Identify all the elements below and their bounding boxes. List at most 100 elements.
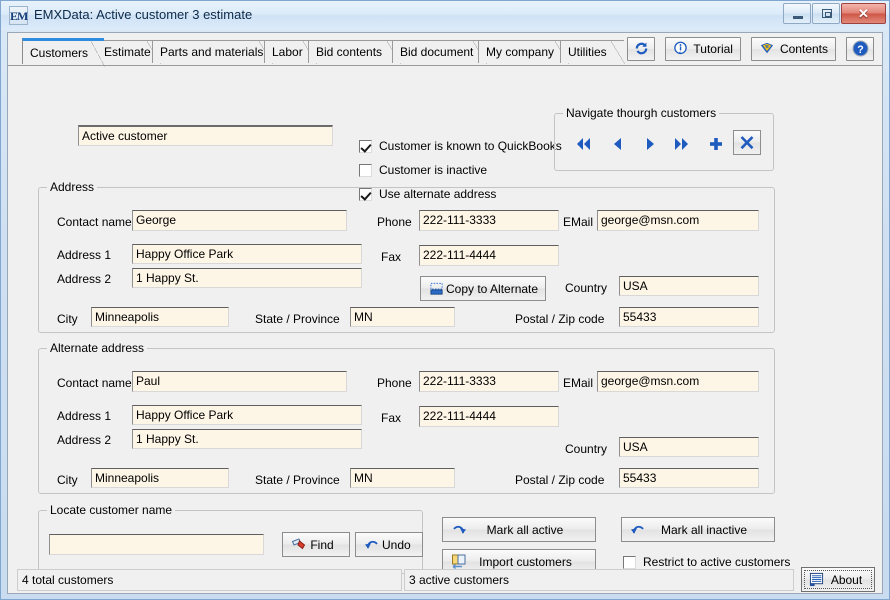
alternate-country-label: Country xyxy=(565,442,608,456)
address-phone-field[interactable]: 222-111-3333 xyxy=(419,210,559,231)
alternate-fax-field[interactable]: 222-111-4444 xyxy=(419,406,559,427)
tab-customers[interactable]: Customers xyxy=(22,38,105,67)
import-documents-icon xyxy=(451,554,468,569)
refresh-icon xyxy=(634,41,649,56)
alternate-phone-label: Phone xyxy=(377,376,412,390)
tutorial-label: Tutorial xyxy=(693,41,733,56)
address-state-field[interactable]: MN xyxy=(350,307,455,327)
undo-button[interactable]: Undo xyxy=(355,532,423,557)
cross-icon xyxy=(740,135,754,149)
nav-first-button[interactable] xyxy=(571,132,597,156)
tab-label: Utilities xyxy=(568,45,607,59)
copy-to-alternate-button[interactable]: Copy to Alternate xyxy=(420,276,546,301)
tab-bid-contents[interactable]: Bid contents xyxy=(308,40,401,64)
customer-name-field[interactable]: Active customer xyxy=(78,125,333,146)
tab-label: Parts and materials xyxy=(160,45,264,59)
alternate-city-label: City xyxy=(57,473,78,487)
nav-delete-button[interactable] xyxy=(733,130,761,155)
mark-all-inactive-label: Mark all inactive xyxy=(660,522,748,537)
address-address1-field[interactable]: Happy Office Park xyxy=(132,244,362,264)
title-bar: EM EMXData: Active customer 3 estimate ✕ xyxy=(1,1,889,30)
alternate-address2-field[interactable]: 1 Happy St. xyxy=(132,429,362,449)
tab-label: Estimate xyxy=(104,45,151,59)
copy-to-alternate-label: Copy to Alternate xyxy=(446,281,539,296)
close-button[interactable]: ✕ xyxy=(841,3,886,24)
find-button[interactable]: Find xyxy=(282,532,350,557)
alternate-address-group: Alternate address Contact name Paul Addr… xyxy=(38,341,775,494)
alternate-city-field[interactable]: Minneapolis xyxy=(91,468,229,488)
address-phone-label: Phone xyxy=(377,215,412,229)
minimize-button[interactable] xyxy=(783,3,811,24)
tab-label: Customers xyxy=(30,46,89,60)
address-address2-field[interactable]: 1 Happy St. xyxy=(132,268,362,288)
address-postal-field[interactable]: 55433 xyxy=(619,307,759,327)
alternate-postal-label: Postal / Zip code xyxy=(515,473,605,487)
locate-caption: Locate customer name xyxy=(47,503,176,517)
client-area: Customers Estimate Parts and materials L… xyxy=(7,32,883,594)
alternate-state-field[interactable]: MN xyxy=(350,468,455,488)
locate-input[interactable] xyxy=(49,534,264,555)
address-address2-label: Address 2 xyxy=(57,272,112,286)
undo-label: Undo xyxy=(382,537,411,552)
tab-bid-document[interactable]: Bid document xyxy=(392,40,487,64)
address-email-field[interactable]: george@msn.com xyxy=(597,210,759,231)
address-fax-field[interactable]: 222-111-4444 xyxy=(419,245,559,266)
checkbox-label: Customer is inactive xyxy=(379,163,488,177)
close-icon: ✕ xyxy=(858,6,869,21)
address-contact-field[interactable]: George xyxy=(132,210,347,231)
alternate-address1-label: Address 1 xyxy=(57,409,112,423)
alternate-country-field[interactable]: USA xyxy=(619,437,759,457)
nav-last-button[interactable] xyxy=(668,132,694,156)
alternate-postal-field[interactable]: 55433 xyxy=(619,468,759,488)
alternate-caption: Alternate address xyxy=(47,341,148,355)
question-mark-icon: ? xyxy=(852,40,869,57)
locate-group: Locate customer name Find Undo xyxy=(38,503,423,574)
right-arrow-icon xyxy=(647,138,654,150)
redo-arrow-icon xyxy=(451,523,467,536)
tutorial-button[interactable]: Tutorial xyxy=(665,36,741,61)
nav-next-button[interactable] xyxy=(637,132,663,156)
mark-all-active-label: Mark all active xyxy=(486,522,564,537)
checkbox-label: Restrict to active customers xyxy=(643,555,791,569)
copy-icon xyxy=(429,282,444,296)
address-state-label: State / Province xyxy=(255,312,340,326)
alternate-email-label: EMail xyxy=(563,376,594,390)
import-customers-label: Import customers xyxy=(479,554,572,569)
checkbox-label: Customer is known to QuickBooks xyxy=(379,139,562,153)
about-button[interactable]: About xyxy=(801,567,875,592)
address-email-label: EMail xyxy=(563,215,594,229)
help-toolbar: Tutorial Contents ? xyxy=(617,36,874,61)
double-right-arrow-icon xyxy=(675,138,688,150)
double-left-arrow-icon xyxy=(577,138,590,150)
refresh-button[interactable] xyxy=(627,36,656,61)
status-bar: 4 total customers 3 active customers Abo… xyxy=(7,567,883,593)
alternate-address1-field[interactable]: Happy Office Park xyxy=(132,405,362,425)
svg-text:?: ? xyxy=(857,44,863,56)
alternate-email-field[interactable]: george@msn.com xyxy=(597,371,759,392)
alternate-phone-field[interactable]: 222-111-3333 xyxy=(419,371,559,392)
app-icon: EM xyxy=(9,6,28,25)
contents-button[interactable]: Contents xyxy=(750,36,836,61)
address-contact-label: Contact name xyxy=(57,215,132,229)
address-country-field[interactable]: USA xyxy=(619,276,759,296)
about-label: About xyxy=(830,572,863,587)
navigate-caption: Navigate thourgh customers xyxy=(563,106,720,120)
window-controls: ✕ xyxy=(782,3,886,25)
tab-parts-and-materials[interactable]: Parts and materials xyxy=(152,40,273,64)
book-icon xyxy=(759,41,775,56)
address-city-field[interactable]: Minneapolis xyxy=(91,307,229,327)
mark-all-inactive-button[interactable]: Mark all inactive xyxy=(621,517,775,542)
maximize-button[interactable] xyxy=(812,3,840,24)
alternate-contact-field[interactable]: Paul xyxy=(132,371,347,392)
left-arrow-icon xyxy=(614,138,621,150)
address-postal-label: Postal / Zip code xyxy=(515,312,605,326)
mark-all-active-button[interactable]: Mark all active xyxy=(442,517,596,542)
help-button[interactable]: ? xyxy=(846,36,874,61)
alternate-address2-label: Address 2 xyxy=(57,433,112,447)
status-active-customers: 3 active customers xyxy=(404,569,794,591)
tab-my-company[interactable]: My company xyxy=(478,40,569,64)
nav-add-button[interactable] xyxy=(703,132,729,156)
tab-estimate[interactable]: Estimate xyxy=(96,40,161,64)
nav-previous-button[interactable] xyxy=(605,132,631,156)
tab-utilities[interactable]: Utilities xyxy=(560,40,625,64)
